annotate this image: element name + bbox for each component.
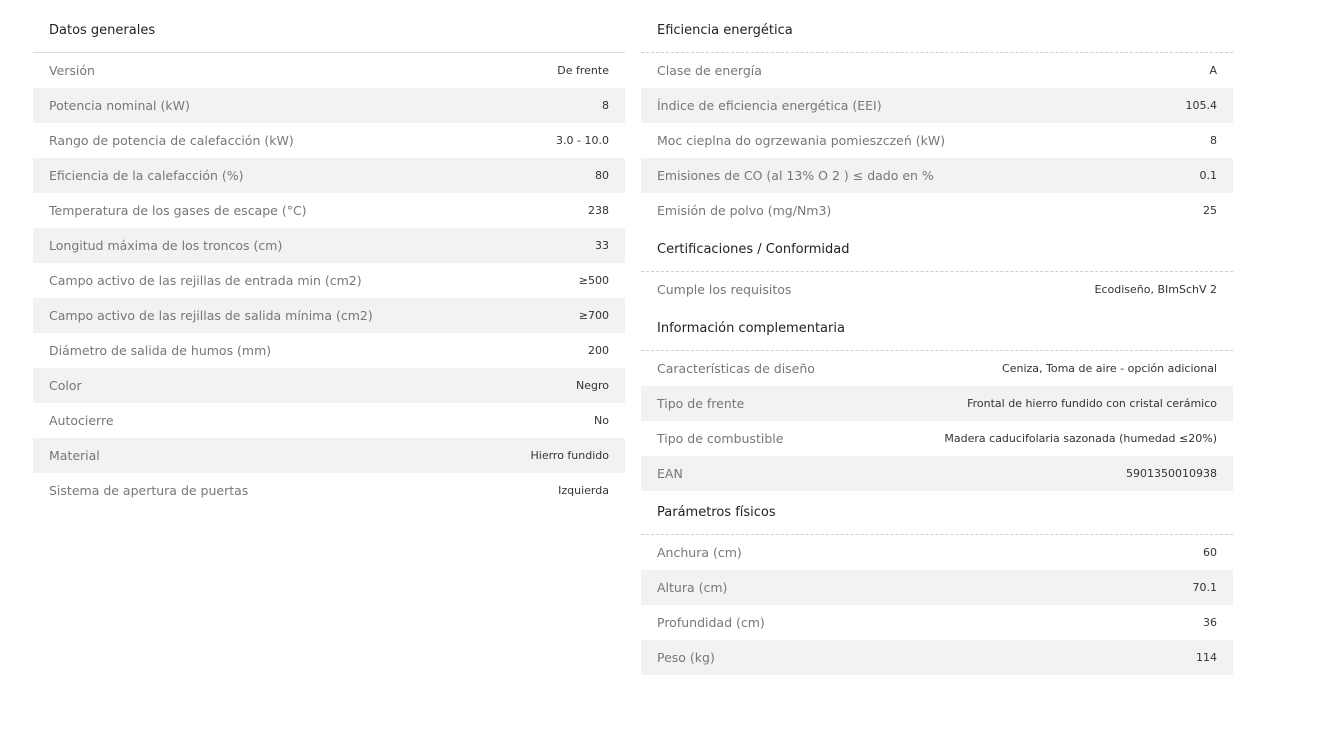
- spec-row: Clase de energía A: [641, 53, 1233, 88]
- spec-value: Negro: [576, 379, 609, 392]
- spec-value: 5901350010938: [1126, 467, 1217, 480]
- spec-value: 60: [1203, 546, 1217, 559]
- spec-row: Eficiencia de la calefacción (%) 80: [33, 158, 625, 193]
- spec-value: 238: [588, 204, 609, 217]
- rows-general: Versión De frente Potencia nominal (kW) 8 Ra…: [33, 53, 625, 508]
- spec-row: Rango de potencia de calefacción (kW) 3.0…: [33, 123, 625, 158]
- spec-label: EAN: [657, 466, 683, 481]
- rows-additional: Características de diseño Ceniza, Toma de…: [641, 351, 1233, 491]
- spec-row: Campo activo de las rejillas de entrada …: [33, 263, 625, 298]
- spec-value: 25: [1203, 204, 1217, 217]
- rows-physical: Anchura (cm) 60 Altura (cm) 70.1 Profundidad…: [641, 535, 1233, 675]
- section-title-physical: Parámetros físicos: [641, 491, 1233, 535]
- spec-label: Temperatura de los gases de escape (°C): [49, 203, 307, 218]
- right-column: Eficiencia energética Clase de energía A Í…: [641, 13, 1233, 675]
- spec-row: Material Hierro fundido: [33, 438, 625, 473]
- section-general: Datos generales Versión De frente Potencia…: [33, 13, 625, 508]
- spec-label: Diámetro de salida de humos (mm): [49, 343, 272, 358]
- spec-row: EAN 5901350010938: [641, 456, 1233, 491]
- spec-row: Moc cieplna do ogrzewania pomieszczeń (k…: [641, 123, 1233, 158]
- rows-energy: Clase de energía A Índice de eficiencia en…: [641, 53, 1233, 228]
- section-additional: Información complementaria Característic…: [641, 307, 1233, 491]
- spec-row: Versión De frente: [33, 53, 625, 88]
- spec-label: Profundidad (cm): [657, 615, 765, 630]
- spec-label: Material: [49, 448, 100, 463]
- spec-label: Versión: [49, 63, 95, 78]
- left-column: Datos generales Versión De frente Potencia…: [33, 13, 625, 508]
- spec-label: Sistema de apertura de puertas: [49, 483, 249, 498]
- spec-row: Cumple los requisitos Ecodiseño, BImSchV …: [641, 272, 1233, 307]
- spec-label: Tipo de combustible: [657, 431, 784, 446]
- spec-value: ≥500: [578, 274, 609, 287]
- spec-row: Tipo de frente Frontal de hierro fundido …: [641, 386, 1233, 421]
- spec-value: 200: [588, 344, 609, 357]
- spec-label: Campo activo de las rejillas de salida m…: [49, 308, 373, 323]
- section-title-general: Datos generales: [33, 13, 625, 53]
- spec-label: Longitud máxima de los troncos (cm): [49, 238, 283, 253]
- spec-value: 36: [1203, 616, 1217, 629]
- spec-row: Sistema de apertura de puertas Izquierda: [33, 473, 625, 508]
- spec-label: Características de diseño: [657, 361, 815, 376]
- spec-row: Profundidad (cm) 36: [641, 605, 1233, 640]
- spec-value: Ecodiseño, BImSchV 2: [1094, 283, 1218, 296]
- spec-label: Clase de energía: [657, 63, 762, 78]
- spec-value: 8: [602, 99, 609, 112]
- spec-row: Peso (kg) 114: [641, 640, 1233, 675]
- spec-value: 70.1: [1192, 581, 1218, 594]
- spec-label: Cumple los requisitos: [657, 282, 792, 297]
- spec-value: Ceniza, Toma de aire - opción adicional: [1002, 362, 1217, 375]
- spec-row: Altura (cm) 70.1: [641, 570, 1233, 605]
- spec-row: Anchura (cm) 60: [641, 535, 1233, 570]
- spec-label: Eficiencia de la calefacción (%): [49, 168, 244, 183]
- spec-row: Emisión de polvo (mg/Nm3) 25: [641, 193, 1233, 228]
- spec-value: ≥700: [578, 309, 609, 322]
- spec-value: 8: [1210, 134, 1217, 147]
- spec-value: Frontal de hierro fundido con cristal ce…: [967, 397, 1217, 410]
- spec-row: Diámetro de salida de humos (mm) 200: [33, 333, 625, 368]
- spec-label: Peso (kg): [657, 650, 715, 665]
- spec-row: Longitud máxima de los troncos (cm) 33: [33, 228, 625, 263]
- spec-value: 105.4: [1185, 99, 1218, 112]
- spec-value: 0.1: [1199, 169, 1218, 182]
- spec-row: Potencia nominal (kW) 8: [33, 88, 625, 123]
- section-title-energy: Eficiencia energética: [641, 13, 1233, 53]
- spec-value: Hierro fundido: [530, 449, 610, 462]
- spec-row: Color Negro: [33, 368, 625, 403]
- spec-label: Moc cieplna do ogrzewania pomieszczeń (k…: [657, 133, 946, 148]
- spec-value: 114: [1196, 651, 1217, 664]
- spec-value: Madera caducifolaria sazonada (humedad ≤…: [944, 432, 1217, 445]
- spec-label: Emisión de polvo (mg/Nm3): [657, 203, 832, 218]
- spec-value: 33: [595, 239, 609, 252]
- spec-value: 80: [595, 169, 609, 182]
- section-title-additional: Información complementaria: [641, 307, 1233, 351]
- spec-label: Índice de eficiencia energética (EEI): [657, 98, 882, 113]
- spec-label: Anchura (cm): [657, 545, 742, 560]
- spec-label: Autocierre: [49, 413, 114, 428]
- spec-label: Altura (cm): [657, 580, 728, 595]
- spec-row: Emisiones de CO (al 13% O 2 ) ≤ dado en …: [641, 158, 1233, 193]
- spec-row: Características de diseño Ceniza, Toma de…: [641, 351, 1233, 386]
- section-energy: Eficiencia energética Clase de energía A Í…: [641, 13, 1233, 228]
- section-title-certifications: Certificaciones / Conformidad: [641, 228, 1233, 272]
- spec-label: Tipo de frente: [657, 396, 745, 411]
- rows-certifications: Cumple los requisitos Ecodiseño, BImSchV …: [641, 272, 1233, 307]
- spec-label: Rango de potencia de calefacción (kW): [49, 133, 294, 148]
- spec-row: Campo activo de las rejillas de salida m…: [33, 298, 625, 333]
- spec-value: No: [594, 414, 609, 427]
- spec-row: Tipo de combustible Madera caducifolaria …: [641, 421, 1233, 456]
- spec-row: Autocierre No: [33, 403, 625, 438]
- spec-label: Campo activo de las rejillas de entrada …: [49, 273, 362, 288]
- section-certifications: Certificaciones / Conformidad Cumple los…: [641, 228, 1233, 307]
- spec-value: Izquierda: [558, 484, 609, 497]
- spec-label: Color: [49, 378, 82, 393]
- spec-label: Potencia nominal (kW): [49, 98, 190, 113]
- spec-value: De frente: [557, 64, 609, 77]
- spec-value: A: [1209, 64, 1217, 77]
- spec-row: Temperatura de los gases de escape (°C) 2…: [33, 193, 625, 228]
- spec-value: 3.0 - 10.0: [556, 134, 609, 147]
- section-physical: Parámetros físicos Anchura (cm) 60 Altura …: [641, 491, 1233, 675]
- spec-label: Emisiones de CO (al 13% O 2 ) ≤ dado en …: [657, 168, 934, 183]
- spec-row: Índice de eficiencia energética (EEI) 105…: [641, 88, 1233, 123]
